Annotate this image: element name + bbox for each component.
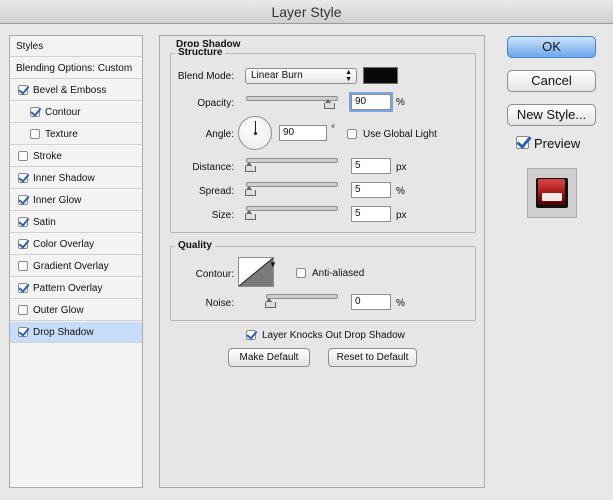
style-preview-thumbnail [527, 168, 577, 218]
angle-dial[interactable] [238, 116, 272, 150]
noise-field[interactable]: 0 [351, 294, 391, 310]
sidebar-item-satin[interactable]: Satin [10, 212, 142, 233]
sidebar-header-label: Styles [16, 41, 44, 52]
sidebar-item-label: Contour [45, 107, 81, 118]
distance-unit: px [396, 162, 407, 173]
make-default-button[interactable]: Make Default [228, 348, 310, 367]
size-label: Size: [211, 210, 234, 221]
sidebar-item-checkbox[interactable] [18, 173, 28, 183]
sidebar-item-label: Texture [45, 129, 78, 140]
opacity-field[interactable]: 90 [351, 94, 391, 110]
knockout-label: Layer Knocks Out Drop Shadow [262, 330, 405, 341]
preview-swatch-icon [536, 178, 568, 208]
sidebar-item-checkbox[interactable] [30, 107, 40, 117]
structure-title: Structure [175, 47, 226, 58]
sidebar-item-drop-shadow[interactable]: Drop Shadow [10, 322, 142, 343]
angle-label: Angle: [205, 129, 234, 140]
sidebar-item-label: Inner Glow [33, 195, 82, 206]
noise-unit: % [396, 298, 405, 309]
sidebar-item-checkbox[interactable] [18, 195, 28, 205]
sidebar-item-checkbox[interactable] [18, 283, 28, 293]
size-field[interactable]: 5 [351, 206, 391, 222]
select-arrows-icon: ▲ ▼ [345, 69, 352, 83]
preview-checkbox[interactable] [516, 136, 529, 149]
blend-mode-select[interactable]: Linear Burn ▲ ▼ [245, 68, 357, 84]
noise-slider[interactable] [266, 294, 338, 299]
sidebar-item-checkbox[interactable] [30, 129, 40, 139]
reset-to-default-button[interactable]: Reset to Default [328, 348, 417, 367]
sidebar-item-checkbox[interactable] [18, 327, 28, 337]
blend-color-swatch[interactable] [363, 67, 398, 84]
sidebar-item-blending-options[interactable]: Blending Options: Custom [10, 58, 142, 79]
distance-label: Distance: [192, 162, 234, 173]
sidebar-item-outer-glow[interactable]: Outer Glow [10, 300, 142, 321]
noise-label: Noise: [205, 298, 234, 309]
sidebar-item-checkbox[interactable] [18, 261, 28, 271]
size-unit: px [396, 210, 407, 221]
quality-title: Quality [175, 240, 215, 251]
angle-unit: ° [331, 124, 335, 135]
sidebar-item-label: Inner Shadow [33, 173, 95, 184]
spread-label: Spread: [198, 186, 234, 197]
preview-label: Preview [534, 136, 581, 151]
drop-shadow-panel: Drop Shadow Structure Blend Mode: Linear… [159, 35, 485, 488]
distance-slider[interactable] [246, 158, 338, 163]
sidebar-item-stroke[interactable]: Stroke [10, 146, 142, 167]
quality-group [170, 246, 476, 321]
blend-mode-value: Linear Burn [251, 70, 303, 81]
ok-button[interactable]: OK [507, 36, 596, 58]
noise-slider-thumb[interactable] [265, 298, 276, 308]
opacity-label: Opacity: [197, 98, 234, 109]
new-style-button[interactable]: New Style... [507, 104, 596, 126]
knockout-checkbox[interactable] [246, 330, 256, 340]
anti-aliased-checkbox[interactable] [296, 268, 306, 278]
sidebar-item-checkbox[interactable] [18, 217, 28, 227]
sidebar-item-label: Stroke [33, 151, 62, 162]
opacity-unit: % [396, 97, 405, 108]
sidebar-item-label: Pattern Overlay [33, 283, 103, 294]
spread-slider-thumb[interactable] [245, 186, 256, 196]
sidebar-item-label: Gradient Overlay [33, 261, 109, 272]
distance-field[interactable]: 5 [351, 158, 391, 174]
sidebar-blending-label: Blending Options: Custom [16, 63, 133, 74]
sidebar-item-checkbox[interactable] [18, 151, 28, 161]
contour-dropdown-icon[interactable]: ▼ [269, 260, 277, 269]
spread-slider[interactable] [246, 182, 338, 187]
spread-unit: % [396, 186, 405, 197]
contour-curve-icon [238, 257, 274, 287]
cancel-button[interactable]: Cancel [507, 70, 596, 92]
sidebar-item-label: Drop Shadow [33, 327, 94, 338]
sidebar-item-pattern-overlay[interactable]: Pattern Overlay [10, 278, 142, 299]
distance-slider-thumb[interactable] [245, 162, 256, 172]
size-slider[interactable] [246, 206, 338, 211]
sidebar-item-bevel-emboss[interactable]: Bevel & Emboss [10, 80, 142, 101]
sidebar-item-inner-shadow[interactable]: Inner Shadow [10, 168, 142, 189]
sidebar-item-checkbox[interactable] [18, 85, 28, 95]
sidebar-item-color-overlay[interactable]: Color Overlay [10, 234, 142, 255]
sidebar-item-checkbox[interactable] [18, 239, 28, 249]
sidebar-item-label: Outer Glow [33, 305, 84, 316]
contour-label: Contour: [195, 269, 234, 280]
window-title: Layer Style [0, 0, 613, 24]
styles-sidebar: Styles Blending Options: Custom Bevel & … [9, 35, 143, 488]
sidebar-item-texture[interactable]: Texture [10, 124, 142, 145]
sidebar-item-label: Bevel & Emboss [33, 85, 107, 96]
sidebar-item-label: Color Overlay [33, 239, 95, 250]
opacity-slider-thumb[interactable] [324, 99, 336, 109]
sidebar-item-contour[interactable]: Contour [10, 102, 142, 123]
spread-field[interactable]: 5 [351, 182, 391, 198]
angle-field[interactable]: 90 [279, 125, 327, 141]
sidebar-item-inner-glow[interactable]: Inner Glow [10, 190, 142, 211]
use-global-light-checkbox[interactable] [347, 129, 357, 139]
anti-aliased-label: Anti-aliased [312, 268, 365, 279]
use-global-light-label: Use Global Light [363, 129, 437, 140]
sidebar-item-label: Satin [33, 217, 56, 228]
sidebar-item-checkbox[interactable] [18, 305, 28, 315]
blend-mode-label: Blend Mode: [177, 71, 234, 82]
size-slider-thumb[interactable] [245, 210, 256, 220]
sidebar-item-gradient-overlay[interactable]: Gradient Overlay [10, 256, 142, 277]
angle-dial-center [254, 132, 257, 135]
sidebar-header-styles[interactable]: Styles [10, 36, 142, 57]
